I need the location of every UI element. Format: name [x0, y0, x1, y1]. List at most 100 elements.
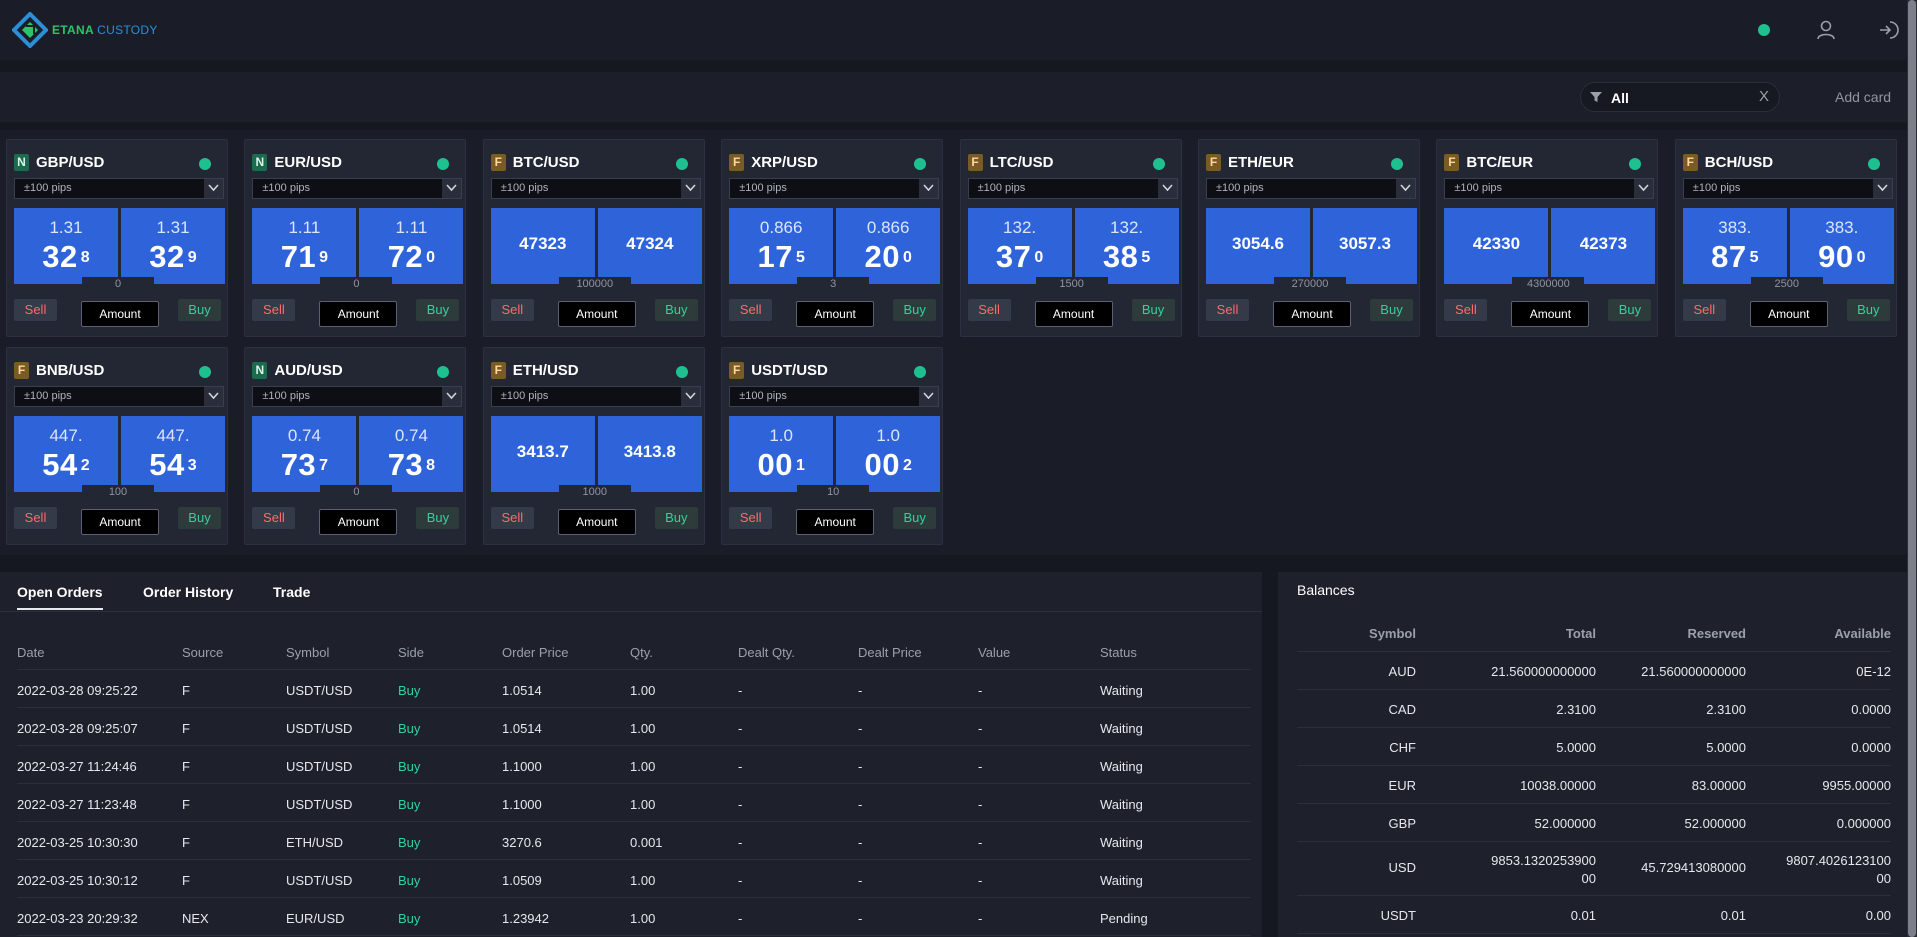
- sell-price-tile[interactable]: 3413.7: [490, 416, 595, 492]
- buy-button[interactable]: Buy: [416, 507, 460, 529]
- scrollbar-thumb[interactable]: [1908, 0, 1916, 937]
- buy-price-tile[interactable]: 47324: [597, 208, 702, 284]
- amount-input[interactable]: Amount: [1749, 301, 1828, 327]
- pips-select[interactable]: ±100 pips: [252, 178, 463, 199]
- sell-price-pip: 9: [319, 249, 329, 266]
- clear-filter-icon[interactable]: X: [1759, 88, 1769, 105]
- buy-button[interactable]: Buy: [416, 299, 460, 321]
- sell-price-tile[interactable]: 0.866 17 5: [729, 208, 834, 284]
- buy-price-tile[interactable]: 1.0 00 2: [836, 416, 941, 492]
- sell-price-tile[interactable]: 132. 37 0: [967, 208, 1072, 284]
- sell-price-tile[interactable]: 42330: [1444, 208, 1549, 284]
- buy-price-tile[interactable]: 3057.3: [1313, 208, 1417, 284]
- buy-price-tile[interactable]: 0.74 73 8: [359, 416, 464, 492]
- logout-icon[interactable]: [1877, 19, 1899, 41]
- buy-button[interactable]: Buy: [654, 507, 698, 529]
- amount-input[interactable]: Amount: [81, 509, 159, 535]
- table-row[interactable]: 2022-03-25 10:30:30 F ETH/USD Buy 3270.6 0.00…: [17, 822, 1251, 860]
- sell-price: 42330: [1472, 234, 1521, 253]
- buy-button[interactable]: Buy: [1370, 299, 1413, 321]
- amount-input[interactable]: Amount: [1273, 301, 1351, 327]
- buy-price-tile[interactable]: 3413.8: [597, 416, 702, 492]
- sell-button[interactable]: Sell: [1444, 299, 1488, 321]
- amount-input[interactable]: Amount: [557, 301, 636, 327]
- sell-price-tile[interactable]: 3054.6: [1206, 208, 1310, 284]
- logo[interactable]: ETANA CUSTODY: [12, 12, 158, 48]
- pips-select[interactable]: ±100 pips: [729, 178, 940, 199]
- buy-button[interactable]: Buy: [1131, 299, 1175, 321]
- sell-price-main: 17 5: [729, 239, 833, 275]
- table-row[interactable]: 2022-03-23 20:29:32 NEX EUR/USD Buy 1.23942 1…: [17, 898, 1251, 936]
- pips-select[interactable]: ±100 pips: [967, 178, 1178, 199]
- sell-button[interactable]: Sell: [967, 299, 1011, 321]
- sell-price-prefix: 1.0: [769, 426, 793, 445]
- sell-price-tile[interactable]: 447. 54 2: [14, 416, 118, 492]
- sell-price-tile[interactable]: 1.31 32 8: [14, 208, 118, 284]
- sell-price-prefix: 1.31: [49, 218, 83, 237]
- buy-price-tile[interactable]: 132. 38 5: [1074, 208, 1179, 284]
- pips-select[interactable]: ±100 pips: [1444, 178, 1655, 199]
- user-icon[interactable]: [1815, 19, 1837, 41]
- pips-select[interactable]: ±100 pips: [14, 386, 224, 407]
- buy-button[interactable]: Buy: [178, 507, 221, 529]
- balance-cell: CAD: [1388, 702, 1416, 717]
- sell-button[interactable]: Sell: [729, 507, 773, 529]
- amount-input[interactable]: Amount: [319, 301, 398, 327]
- table-row[interactable]: 2022-03-28 09:25:22 F USDT/USD Buy 1.0514 1.0…: [17, 670, 1251, 708]
- buy-button[interactable]: Buy: [1846, 299, 1890, 321]
- balance-row: GBP 52.000000 52.000000 0.000000: [1297, 804, 1891, 842]
- page-scrollbar[interactable]: [1907, 0, 1917, 937]
- pips-select[interactable]: ±100 pips: [490, 386, 701, 407]
- pips-select[interactable]: ±100 pips: [14, 178, 224, 199]
- amount-input[interactable]: Amount: [1034, 301, 1113, 327]
- tab-order-history[interactable]: Order History: [143, 584, 233, 600]
- buy-button[interactable]: Buy: [893, 299, 937, 321]
- card-filter-select[interactable]: All X: [1580, 82, 1780, 112]
- buy-price-tile[interactable]: 447. 54 3: [121, 416, 225, 492]
- pips-select[interactable]: ±100 pips: [1682, 178, 1893, 199]
- sell-button[interactable]: Sell: [14, 507, 57, 529]
- amount-input[interactable]: Amount: [557, 509, 636, 535]
- tab-open-orders[interactable]: Open Orders: [17, 584, 103, 610]
- sell-button[interactable]: Sell: [490, 507, 534, 529]
- amount-input[interactable]: Amount: [796, 509, 875, 535]
- sell-price-tile[interactable]: 47323: [490, 208, 595, 284]
- buy-price-tile[interactable]: 42373: [1551, 208, 1656, 284]
- pips-select[interactable]: ±100 pips: [1206, 178, 1416, 199]
- balance-cell: 9853.1320253900 00: [1491, 853, 1596, 886]
- amount-input[interactable]: Amount: [81, 301, 159, 327]
- amount-input[interactable]: Amount: [319, 509, 398, 535]
- buy-price-prefix: 0.866: [866, 218, 910, 237]
- buy-price-big-figure: 72: [387, 239, 424, 274]
- buy-price-tile[interactable]: 0.866 20 0: [836, 208, 941, 284]
- sell-button[interactable]: Sell: [252, 507, 296, 529]
- table-row[interactable]: 2022-03-27 11:23:48 F USDT/USD Buy 1.1000 1.0…: [17, 784, 1251, 822]
- amount-input[interactable]: Amount: [796, 301, 875, 327]
- buy-button[interactable]: Buy: [893, 507, 937, 529]
- sell-button[interactable]: Sell: [1206, 299, 1249, 321]
- sell-button[interactable]: Sell: [490, 299, 534, 321]
- buy-price-tile[interactable]: 1.11 72 0: [359, 208, 464, 284]
- sell-price-tile[interactable]: 383. 87 5: [1682, 208, 1787, 284]
- buy-price-tile[interactable]: 383. 90 0: [1789, 208, 1894, 284]
- pips-select[interactable]: ±100 pips: [490, 178, 701, 199]
- add-card-button[interactable]: Add card: [1835, 89, 1891, 105]
- sell-button[interactable]: Sell: [729, 299, 773, 321]
- table-row[interactable]: 2022-03-27 11:24:46 F USDT/USD Buy 1.1000 1.0…: [17, 746, 1251, 784]
- sell-price-tile[interactable]: 1.11 71 9: [252, 208, 357, 284]
- buy-price-tile[interactable]: 1.31 32 9: [121, 208, 225, 284]
- sell-price-tile[interactable]: 0.74 73 7: [252, 416, 357, 492]
- buy-button[interactable]: Buy: [654, 299, 698, 321]
- amount-input[interactable]: Amount: [1511, 301, 1590, 327]
- sell-button[interactable]: Sell: [14, 299, 57, 321]
- buy-button[interactable]: Buy: [1608, 299, 1652, 321]
- sell-price-tile[interactable]: 1.0 00 1: [729, 416, 834, 492]
- pips-select[interactable]: ±100 pips: [252, 386, 463, 407]
- table-row[interactable]: 2022-03-28 09:25:07 F USDT/USD Buy 1.0514 1.0…: [17, 708, 1251, 746]
- pips-select[interactable]: ±100 pips: [729, 386, 940, 407]
- sell-button[interactable]: Sell: [1682, 299, 1726, 321]
- buy-button[interactable]: Buy: [178, 299, 221, 321]
- tab-trade[interactable]: Trade: [273, 584, 310, 600]
- sell-button[interactable]: Sell: [252, 299, 296, 321]
- table-row[interactable]: 2022-03-25 10:30:12 F USDT/USD Buy 1.0509 1.0…: [17, 860, 1251, 898]
